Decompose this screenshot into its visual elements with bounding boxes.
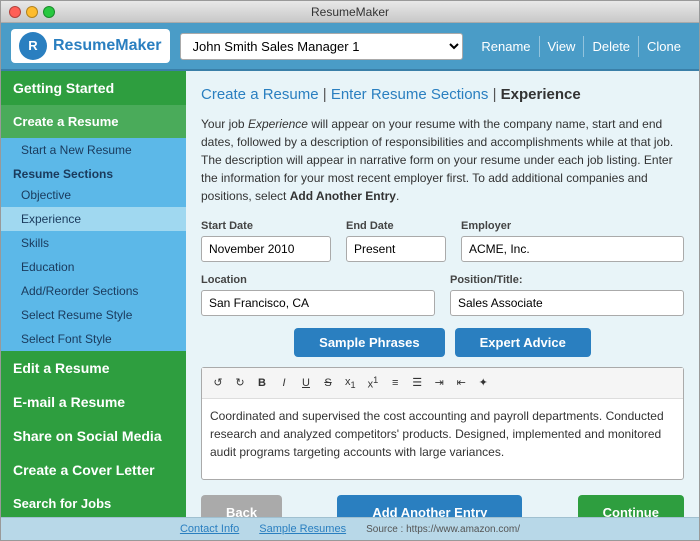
top-actions: Rename View Delete Clone [473,36,689,57]
content-area: Create a Resume | Enter Resume Sections … [186,71,699,517]
resume-sections-label: Resume Sections [1,162,186,183]
logo-area: R ResumeMaker [11,29,170,63]
start-date-group: Start Date [201,220,331,262]
sidebar-item-objective[interactable]: Objective [1,183,186,207]
end-date-input[interactable] [346,236,446,262]
end-date-label: End Date [346,220,446,232]
location-label: Location [201,274,435,286]
position-input[interactable] [450,290,684,316]
minimize-button[interactable] [26,6,38,18]
strikethrough-button[interactable]: S [318,374,338,392]
sidebar-item-start-new-resume[interactable]: Start a New Resume [1,138,186,162]
position-label: Position/Title: [450,274,684,286]
sidebar-item-search-jobs[interactable]: Search for Jobs [1,487,186,517]
footer-source: Source : https://www.amazon.com/ [366,524,520,535]
sidebar-item-getting-started[interactable]: Getting Started [1,71,186,105]
breadcrumb: Create a Resume | Enter Resume Sections … [201,86,684,103]
bold-button[interactable]: B [252,374,272,392]
back-button[interactable]: Back [201,495,282,517]
description-text: Your job Experience will appear on your … [201,115,684,205]
end-date-group: End Date [346,220,446,262]
main-area: Getting Started Create a Resume Start a … [1,71,699,517]
employer-label: Employer [461,220,684,232]
maximize-button[interactable] [43,6,55,18]
window-controls [9,6,55,18]
unordered-list-button[interactable]: ☰ [407,373,427,392]
expert-advice-button[interactable]: Expert Advice [455,328,591,357]
position-group: Position/Title: [450,274,684,316]
application-window: ResumeMaker R ResumeMaker John Smith Sal… [0,0,700,541]
top-bar: R ResumeMaker John Smith Sales Manager 1… [1,23,699,71]
special-button[interactable]: ✦ [473,373,493,392]
sidebar-item-experience[interactable]: Experience [1,207,186,231]
close-button[interactable] [9,6,21,18]
logo-icon: R [19,32,47,60]
sidebar-item-create-resume[interactable]: Create a Resume [1,105,186,138]
svg-text:R: R [28,38,38,53]
sidebar-item-skills[interactable]: Skills [1,231,186,255]
sidebar-item-create-cover[interactable]: Create a Cover Letter [1,453,186,487]
sidebar: Getting Started Create a Resume Start a … [1,71,186,517]
outdent-button[interactable]: ⇤ [451,373,471,392]
start-date-input[interactable] [201,236,331,262]
ordered-list-button[interactable]: ≡ [385,374,405,392]
breadcrumb-current: Experience [501,86,581,103]
add-another-entry-button[interactable]: Add Another Entry [337,495,522,517]
continue-button[interactable]: Continue [578,495,684,517]
window-title: ResumeMaker [311,5,389,19]
footer: Contact Info Sample Resumes Source : htt… [1,517,699,540]
profile-select[interactable]: John Smith Sales Manager 1 [180,33,464,60]
breadcrumb-enter-sections[interactable]: Enter Resume Sections [331,86,489,103]
profile-dropdown-area: John Smith Sales Manager 1 [180,33,464,60]
bottom-actions: Back Add Another Entry Continue [201,495,684,517]
editor-toolbar: ↺ ↻ B I U S x1 x1 ≡ ☰ ⇥ ⇤ ✦ [202,368,683,399]
sample-phrases-button[interactable]: Sample Phrases [294,328,444,357]
employer-input[interactable] [461,236,684,262]
sidebar-item-education[interactable]: Education [1,255,186,279]
footer-sample-resumes[interactable]: Sample Resumes [259,523,346,535]
location-group: Location [201,274,435,316]
editor-area: ↺ ↻ B I U S x1 x1 ≡ ☰ ⇥ ⇤ ✦ Coordinated … [201,367,684,480]
form-row-2: Location Position/Title: [201,274,684,316]
footer-contact-info[interactable]: Contact Info [180,523,239,535]
superscript-button[interactable]: x1 [363,372,384,394]
sidebar-item-add-reorder[interactable]: Add/Reorder Sections [1,279,186,303]
title-bar: ResumeMaker [1,1,699,23]
sidebar-item-select-font-style[interactable]: Select Font Style [1,327,186,351]
undo-button[interactable]: ↺ [208,373,228,392]
clone-button[interactable]: Clone [638,36,689,57]
subscript-button[interactable]: x1 [340,373,361,393]
logo-text: ResumeMaker [53,37,162,55]
sidebar-item-email-resume[interactable]: E-mail a Resume [1,385,186,419]
underline-button[interactable]: U [296,374,316,392]
italic-button[interactable]: I [274,374,294,392]
rename-button[interactable]: Rename [473,36,538,57]
phrase-buttons-row: Sample Phrases Expert Advice [201,328,684,357]
sidebar-item-edit-resume[interactable]: Edit a Resume [1,351,186,385]
location-input[interactable] [201,290,435,316]
start-date-label: Start Date [201,220,331,232]
delete-button[interactable]: Delete [583,36,638,57]
employer-group: Employer [461,220,684,262]
breadcrumb-create-resume[interactable]: Create a Resume [201,86,319,103]
breadcrumb-sep2: | [493,86,501,103]
breadcrumb-sep1: | [323,86,331,103]
indent-button[interactable]: ⇥ [429,373,449,392]
sidebar-item-share-social[interactable]: Share on Social Media [1,419,186,453]
redo-button[interactable]: ↻ [230,373,250,392]
form-row-1: Start Date End Date Employer [201,220,684,262]
editor-content[interactable]: Coordinated and supervised the cost acco… [202,399,683,479]
sidebar-item-select-resume-style[interactable]: Select Resume Style [1,303,186,327]
view-button[interactable]: View [539,36,584,57]
